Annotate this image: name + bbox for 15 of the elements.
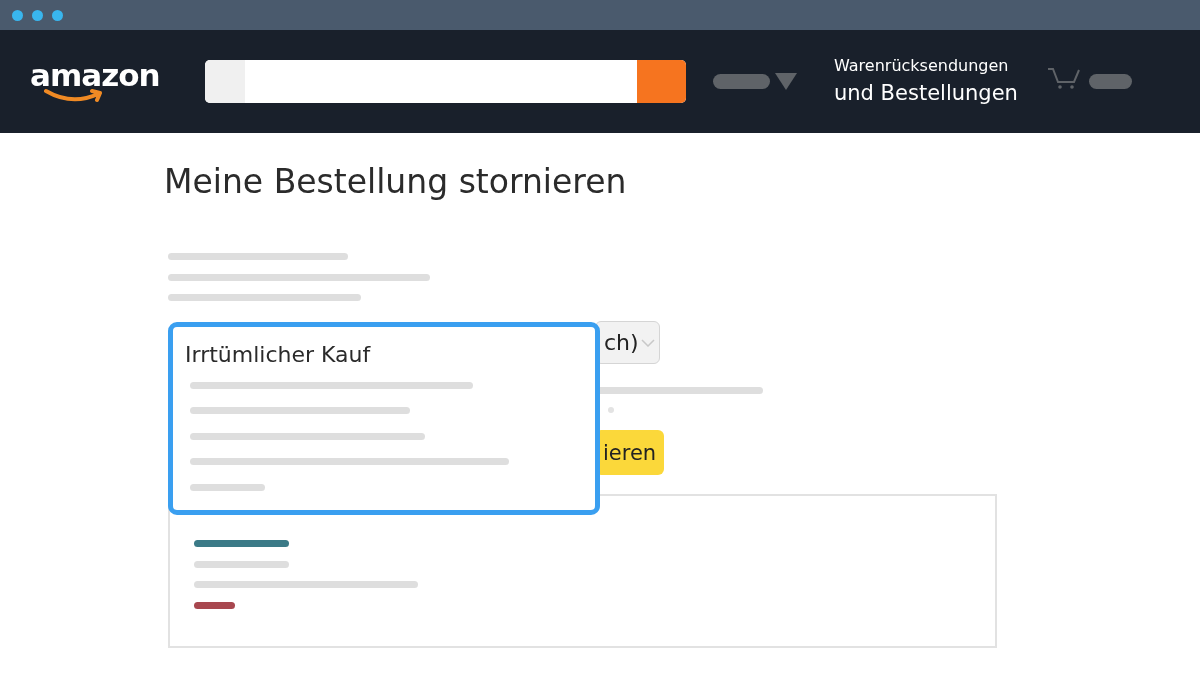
window-dot [32, 9, 43, 21]
placeholder-pill [713, 74, 770, 89]
placeholder-dot [608, 407, 614, 413]
reason-select[interactable]: ch) [595, 321, 660, 364]
chevron-icon [640, 338, 655, 347]
cart-icon[interactable] [1047, 66, 1081, 89]
dropdown-triangle-icon [775, 73, 797, 90]
placeholder-line [194, 601, 235, 609]
placeholder-pill [1088, 74, 1132, 89]
window-dot [52, 9, 63, 21]
page-title: Meine Bestellung stornieren [164, 161, 627, 203]
dropdown-option[interactable]: Irrtümlicher Kauf [185, 341, 595, 369]
logo[interactable]: amazon [30, 59, 160, 91]
returns-orders-link[interactable]: Warenrücksendungen und Bestellungen [834, 54, 1018, 109]
window-dot [12, 9, 23, 21]
